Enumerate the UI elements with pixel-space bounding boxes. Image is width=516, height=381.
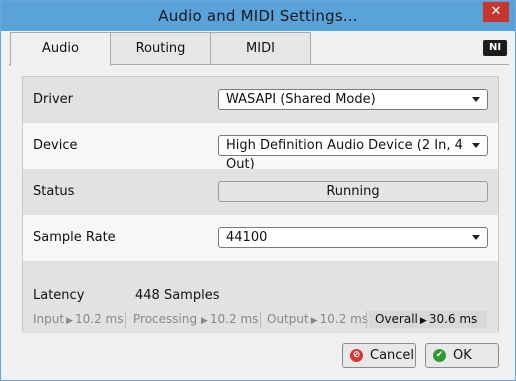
play-arrow-icon: ▶ [419, 316, 427, 326]
input-latency: Input ▶ 10.2 ms [33, 312, 124, 326]
audio-panel: Driver WASAPI (Shared Mode) Device High … [9, 64, 509, 338]
device-value: High Definition Audio Device (2 In, 4 Ou… [226, 138, 463, 172]
divider [260, 311, 261, 328]
status-indicator: Running [218, 181, 488, 202]
sample-rate-row: Sample Rate 44100 [23, 215, 498, 261]
driver-value: WASAPI (Shared Mode) [226, 92, 376, 107]
close-button[interactable]: ✕ [483, 2, 509, 22]
divider [366, 311, 367, 328]
chevron-down-icon [472, 97, 480, 102]
processing-latency: ▶ 10.2 ms [201, 312, 259, 326]
cancel-button[interactable]: ⊘ Cancel [342, 343, 416, 368]
tab-midi[interactable]: MIDI [210, 32, 311, 65]
cancel-label: Cancel [370, 348, 415, 363]
native-instruments-logo: NI [483, 40, 507, 56]
window-title: Audio and MIDI Settings... [158, 7, 358, 25]
title-bar: Audio and MIDI Settings... ✕ [1, 1, 515, 31]
ok-label: OK [453, 348, 472, 363]
latency-samples: 448 Samples [135, 288, 220, 303]
sample-rate-value: 44100 [226, 230, 268, 245]
status-row: Status Running [23, 169, 498, 215]
settings-window: Audio and MIDI Settings... ✕ Audio Routi… [0, 0, 516, 381]
tab-audio[interactable]: Audio [10, 32, 111, 66]
overall-latency: Overall ▶ 30.6 ms [369, 311, 487, 328]
sample-rate-select[interactable]: 44100 [218, 227, 488, 248]
tab-bar: Audio Routing MIDI NI [9, 32, 509, 66]
ok-button[interactable]: ✔ OK [425, 343, 499, 368]
driver-select[interactable]: WASAPI (Shared Mode) [218, 89, 488, 110]
divider [125, 311, 126, 328]
driver-row: Driver WASAPI (Shared Mode) [23, 77, 498, 123]
play-arrow-icon: ▶ [66, 316, 73, 326]
device-select[interactable]: High Definition Audio Device (2 In, 4 Ou… [218, 135, 488, 172]
device-row: Device High Definition Audio Device (2 I… [23, 123, 498, 172]
play-arrow-icon: ▶ [310, 316, 318, 326]
tab-routing[interactable]: Routing [110, 32, 211, 65]
device-label: Device [33, 138, 78, 153]
close-icon: ✕ [490, 4, 502, 19]
cancel-icon: ⊘ [350, 349, 363, 362]
output-latency: Output ▶ 10.2 ms [267, 312, 369, 326]
play-arrow-icon: ▶ [201, 316, 208, 326]
status-label: Status [33, 184, 75, 199]
chevron-down-icon [472, 143, 480, 148]
driver-label: Driver [33, 92, 74, 107]
chevron-down-icon [472, 235, 480, 240]
settings-group: Driver WASAPI (Shared Mode) Device High … [22, 76, 499, 333]
check-icon: ✔ [433, 349, 446, 362]
latency-breakdown: Input ▶ 10.2 ms Processing ▶ 10.2 ms Output… [33, 311, 489, 328]
sample-rate-label: Sample Rate [33, 230, 116, 245]
latency-label: Latency [33, 288, 85, 303]
processing-latency-label: Processing [133, 312, 198, 326]
